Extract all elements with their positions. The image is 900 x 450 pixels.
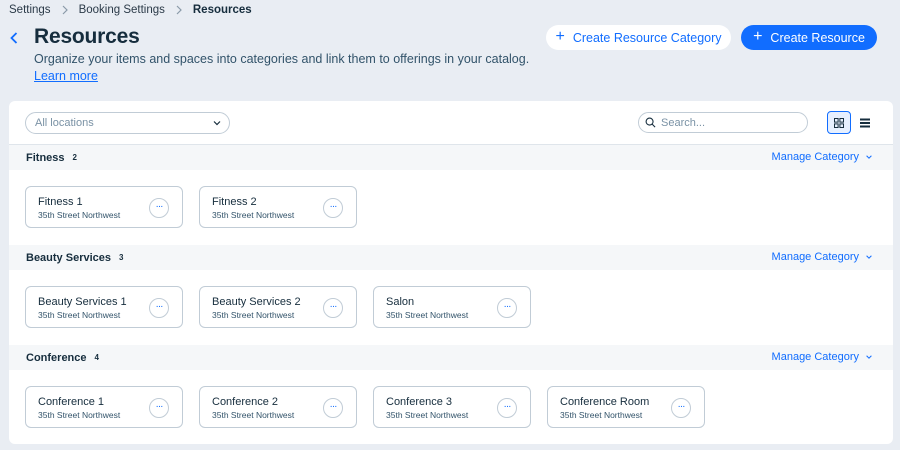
manage-category-button[interactable]: Manage Category (772, 151, 873, 163)
more-actions-icon[interactable]: ··· (149, 198, 169, 218)
manage-category-label: Manage Category (771, 151, 859, 163)
more-actions-icon[interactable]: ··· (323, 298, 343, 318)
resources-panel: All locations Search... Fitness 2 Manage… (9, 101, 893, 444)
resource-card[interactable]: Conference Room 35th Street Northwest ··… (547, 386, 705, 428)
category-name: Conference (26, 351, 87, 364)
plus-icon: + (753, 28, 763, 45)
category-header-beauty-services: Beauty Services 3 Manage Category (9, 245, 893, 270)
more-actions-icon[interactable]: ··· (149, 298, 169, 318)
category-count: 3 (119, 253, 124, 262)
manage-category-label: Manage Category (771, 351, 859, 363)
resource-card[interactable]: Beauty Services 1 35th Street Northwest … (25, 286, 183, 328)
resource-card[interactable]: Salon 35th Street Northwest ··· (373, 286, 531, 328)
back-button[interactable] (7, 31, 21, 45)
grid-view-button[interactable] (827, 111, 851, 134)
chevron-right-icon (51, 5, 79, 15)
more-actions-icon[interactable]: ··· (323, 398, 343, 418)
location-filter-dropdown[interactable]: All locations (25, 112, 230, 134)
resource-card[interactable]: Beauty Services 2 35th Street Northwest … (199, 286, 357, 328)
create-resource-category-button[interactable]: + Create Resource Category (546, 25, 731, 50)
more-actions-icon[interactable]: ··· (323, 198, 343, 218)
chevron-down-icon (213, 121, 221, 126)
manage-category-label: Manage Category (771, 251, 859, 263)
breadcrumb-item-booking-settings[interactable]: Booking Settings (79, 4, 165, 16)
category-resources-fitness: Fitness 1 35th Street Northwest ··· Fitn… (9, 170, 893, 245)
view-toggle (827, 111, 877, 134)
toolbar: All locations (9, 101, 893, 145)
breadcrumb-item-settings[interactable]: Settings (9, 4, 51, 16)
learn-more-link[interactable]: Learn more (34, 69, 98, 83)
category-resources-conference: Conference 1 35th Street Northwest ··· C… (9, 370, 893, 444)
chevron-down-icon (866, 255, 872, 259)
chevron-down-icon (866, 155, 872, 159)
resource-card[interactable]: Conference 1 35th Street Northwest ··· (25, 386, 183, 428)
resource-card[interactable]: Conference 2 35th Street Northwest ··· (199, 386, 357, 428)
search-input[interactable] (661, 116, 801, 129)
category-count: 2 (72, 153, 77, 162)
category-name: Fitness (26, 151, 65, 164)
plus-icon: + (555, 28, 565, 45)
category-header-conference: Conference 4 Manage Category (9, 345, 893, 370)
create-resource-category-label: Create Resource Category (572, 30, 722, 45)
resource-card[interactable]: Fitness 1 35th Street Northwest ··· (25, 186, 183, 228)
chevron-left-icon (10, 32, 18, 44)
breadcrumb: Settings Booking Settings Resources (9, 3, 252, 17)
breadcrumb-item-resources: Resources (192, 4, 252, 16)
grid-icon (834, 117, 844, 128)
category-header-fitness: Fitness 2 Manage Category (9, 145, 893, 170)
more-actions-icon[interactable]: ··· (497, 398, 517, 418)
create-resource-button[interactable]: + Create Resource (741, 25, 877, 50)
manage-category-button[interactable]: Manage Category (772, 251, 873, 263)
resource-card[interactable]: Fitness 2 35th Street Northwest ··· (199, 186, 357, 228)
more-actions-icon[interactable]: ··· (497, 298, 517, 318)
search-icon (645, 117, 656, 128)
category-resources-beauty-services: Beauty Services 1 35th Street Northwest … (9, 270, 893, 345)
more-actions-icon[interactable]: ··· (671, 398, 691, 418)
list-icon (860, 118, 870, 127)
chevron-down-icon (866, 355, 872, 359)
category-count: 4 (94, 353, 99, 362)
resource-card[interactable]: Conference 3 35th Street Northwest ··· (373, 386, 531, 428)
page-title: Resources (34, 25, 140, 48)
location-filter-value: All locations (35, 117, 94, 129)
manage-category-button[interactable]: Manage Category (772, 351, 873, 363)
create-resource-label: Create Resource (770, 30, 865, 45)
page-subtitle: Organize your items and spaces into cate… (34, 52, 530, 66)
list-view-button[interactable] (853, 111, 877, 134)
search-box (638, 112, 808, 133)
category-name: Beauty Services (26, 251, 111, 264)
chevron-right-icon (165, 5, 193, 15)
more-actions-icon[interactable]: ··· (149, 398, 169, 418)
